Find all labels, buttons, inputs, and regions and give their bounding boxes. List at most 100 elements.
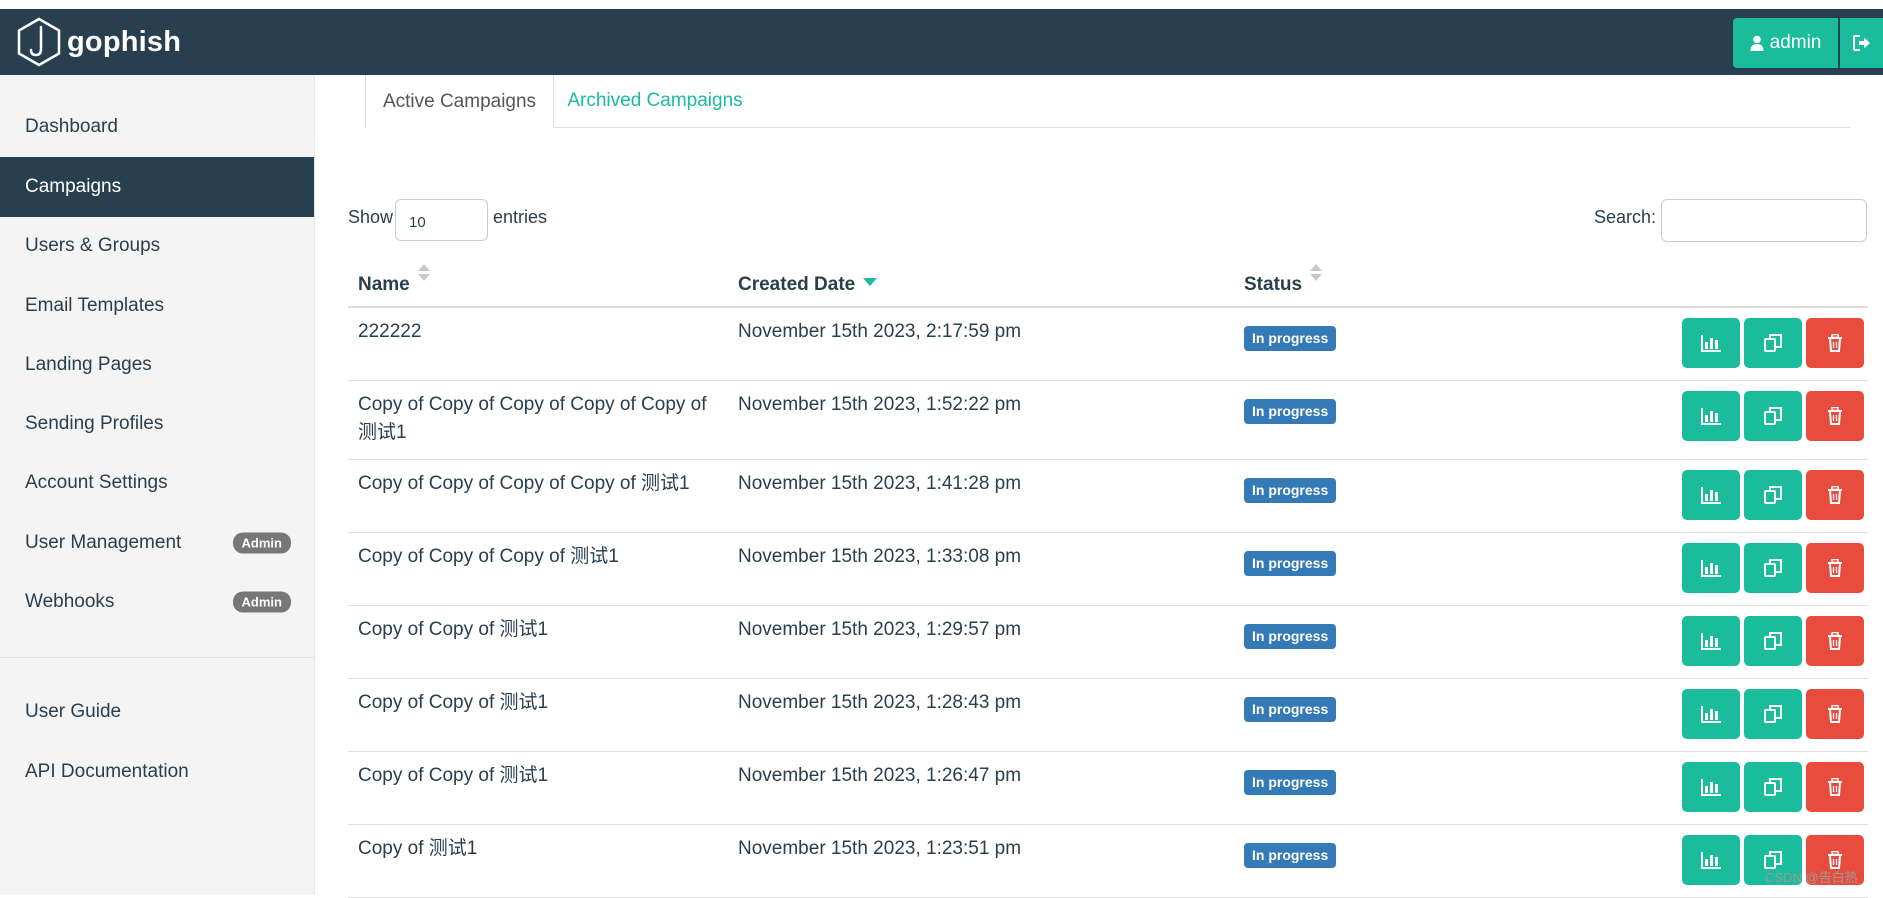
sidebar-item-user-guide[interactable]: User Guide [0,682,314,742]
table-row: Copy of Copy of 测试1 November 15th 2023, 1… [348,752,1868,825]
search-label: Search: [1594,207,1657,227]
campaign-status: In progress [1244,695,1337,723]
chart-icon [1701,560,1721,577]
sidebar-item-landing-pages[interactable]: Landing Pages [0,335,314,395]
sidebar-item-email-templates[interactable]: Email Templates [0,276,314,336]
show-label: Show [348,207,394,227]
status-badge: In progress [1244,697,1337,722]
view-results-button[interactable] [1682,391,1740,441]
top-strip [0,0,1883,9]
campaign-created-date: November 15th 2023, 1:26:47 pm [738,765,1022,786]
delete-campaign-button[interactable] [1806,543,1864,593]
campaign-name: Copy of Copy of 测试1 [358,692,549,713]
delete-campaign-button[interactable] [1806,616,1864,666]
view-results-button[interactable] [1682,835,1740,885]
copy-campaign-button[interactable] [1744,689,1802,739]
campaign-created-date: November 15th 2023, 1:28:43 pm [738,692,1022,713]
copy-campaign-button[interactable] [1744,391,1802,441]
trash-icon [1828,486,1842,504]
campaign-name: Copy of Copy of Copy of 测试1 [358,546,619,567]
copy-campaign-button[interactable] [1744,616,1802,666]
column-header-status[interactable]: Status [1244,259,1323,306]
table-row: Copy of Copy of 测试1 November 15th 2023, 1… [348,679,1868,752]
gophish-logo-icon [17,17,61,67]
row-actions [1682,689,1864,739]
sidebar-item-campaigns[interactable]: Campaigns [0,157,314,217]
status-badge: In progress [1244,399,1337,424]
sidebar-item-user-management[interactable]: User Management Admin [0,513,314,573]
sort-icon [1310,264,1323,282]
entries-per-page-select[interactable]: 10 [395,199,488,241]
view-results-button[interactable] [1682,762,1740,812]
delete-campaign-button[interactable] [1806,470,1864,520]
sidebar-item-sending-profiles[interactable]: Sending Profiles [0,394,314,454]
copy-campaign-button[interactable] [1744,318,1802,368]
campaign-created-date: November 15th 2023, 1:52:22 pm [738,394,1022,415]
table-body: 222222 November 15th 2023, 2:17:59 pm In p… [348,308,1868,898]
campaign-name: 222222 [358,321,422,342]
campaign-created-date: November 15th 2023, 1:41:28 pm [738,473,1022,494]
logout-button[interactable] [1840,18,1883,68]
sidebar-item-label: Dashboard [25,116,118,137]
view-results-button[interactable] [1682,689,1740,739]
entries-label: entries [493,207,548,227]
navbar: gophish admin [0,9,1883,75]
campaign-status: In progress [1244,324,1337,352]
status-badge: In progress [1244,624,1337,649]
copy-icon [1764,486,1782,504]
table-row: Copy of Copy of Copy of Copy of Copy of … [348,381,1868,460]
user-menu-button[interactable]: admin [1733,18,1838,68]
copy-campaign-button[interactable] [1744,762,1802,812]
sidebar-item-api-documentation[interactable]: API Documentation [0,742,314,802]
row-actions [1682,318,1864,368]
table-row: Copy of Copy of 测试1 November 15th 2023, 1… [348,606,1868,679]
status-badge: In progress [1244,770,1337,795]
chart-icon [1701,633,1721,650]
view-results-button[interactable] [1682,470,1740,520]
table-row: Copy of 测试1 November 15th 2023, 1:23:51 p… [348,825,1868,898]
sidebar-item-dashboard[interactable]: Dashboard [0,97,314,157]
campaign-name: Copy of Copy of 测试1 [358,765,549,786]
sidebar-item-users-groups[interactable]: Users & Groups [0,216,314,276]
tab-active-campaigns[interactable]: Active Campaigns [365,75,554,128]
trash-icon [1828,705,1842,723]
status-badge: In progress [1244,478,1337,503]
tab-archived-campaigns[interactable]: Archived Campaigns [555,75,755,127]
copy-icon [1764,632,1782,650]
campaign-status: In progress [1244,768,1337,796]
sidebar-item-label: Landing Pages [25,354,152,375]
row-actions [1682,762,1864,812]
sidebar-item-label: Campaigns [25,176,122,197]
sidebar-item-webhooks[interactable]: Webhooks Admin [0,572,314,632]
view-results-button[interactable] [1682,543,1740,593]
row-actions [1682,470,1864,520]
column-header-created-date[interactable]: Created Date [738,259,878,306]
search-input[interactable] [1661,199,1867,242]
view-results-button[interactable] [1682,616,1740,666]
delete-campaign-button[interactable] [1806,689,1864,739]
copy-campaign-button[interactable] [1744,543,1802,593]
brand-link[interactable]: gophish [16,16,181,68]
brand-name: gophish [67,25,182,58]
admin-badge: Admin [232,532,291,554]
delete-campaign-button[interactable] [1806,391,1864,441]
sidebar-item-label: Webhooks [25,591,115,612]
status-badge: In progress [1244,843,1337,868]
trash-icon [1828,559,1842,577]
campaigns-table: Name Created Date Status 222222 November … [348,259,1868,898]
view-results-button[interactable] [1682,318,1740,368]
column-header-name[interactable]: Name [358,259,430,306]
sidebar-item-account-settings[interactable]: Account Settings [0,453,314,513]
trash-icon [1828,407,1842,425]
campaign-name: Copy of Copy of Copy of Copy of 测试1 [358,473,690,494]
campaign-created-date: November 15th 2023, 1:33:08 pm [738,546,1022,567]
user-menu-label: admin [1769,32,1822,53]
delete-campaign-button[interactable] [1806,318,1864,368]
trash-icon [1828,778,1842,796]
delete-campaign-button[interactable] [1806,762,1864,812]
copy-icon [1764,559,1782,577]
campaign-created-date: November 15th 2023, 1:23:51 pm [738,838,1022,859]
sidebar-divider [0,657,314,658]
campaign-created-date: November 15th 2023, 2:17:59 pm [738,321,1022,342]
copy-campaign-button[interactable] [1744,470,1802,520]
